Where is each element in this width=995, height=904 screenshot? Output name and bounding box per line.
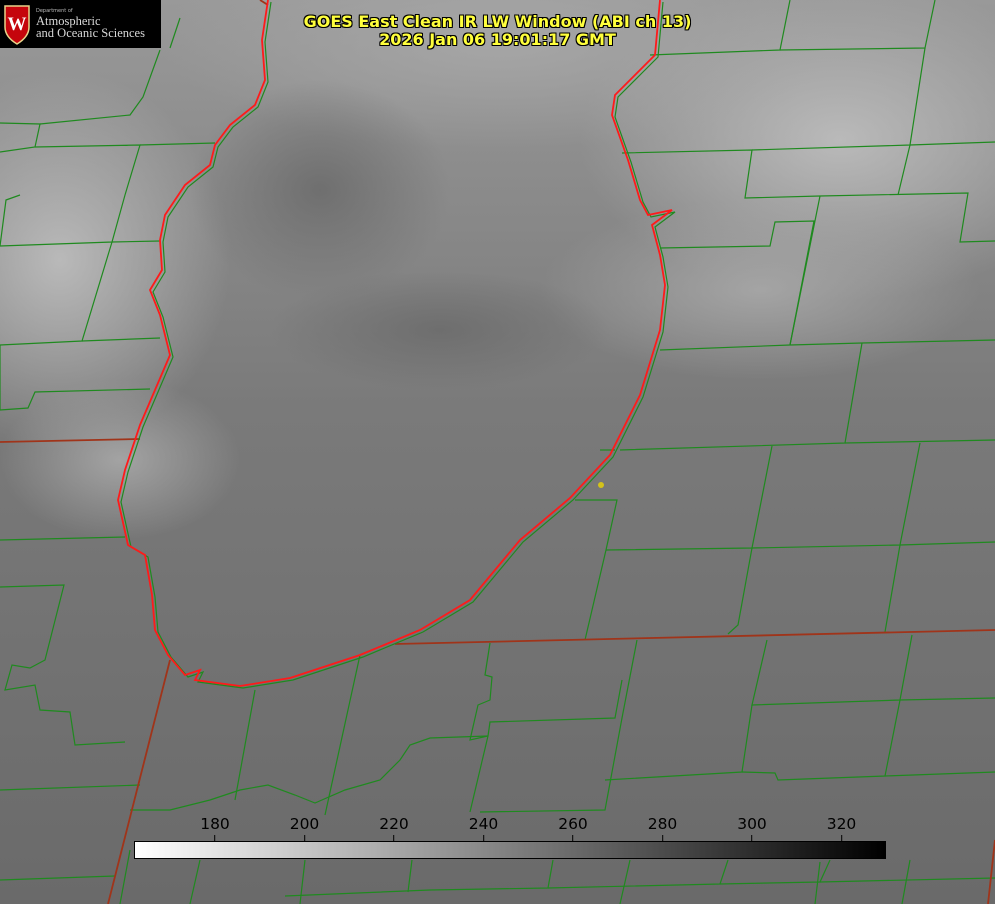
colorbar-tick: 180 [200,814,230,841]
colorbar-tick: 220 [379,814,409,841]
colorbar-tick-label: 240 [468,815,499,833]
image-timestamp: 2026 Jan 06 19:01:17 GMT [379,30,616,49]
colorbar-tick-label: 220 [379,815,409,833]
dark-patch [270,270,610,390]
colorbar-tick: 200 [289,814,320,841]
colorbar-tick: 240 [468,814,499,841]
satellite-map [0,0,995,904]
colorbar-tick-label: 280 [647,815,678,833]
colorbar-tick-label: 300 [737,815,767,833]
colorbar-tick: 320 [826,814,857,841]
colorbar [134,841,886,859]
location-marker [598,482,604,488]
colorbar-tick-label: 320 [826,815,857,833]
cloud-band [540,200,980,380]
colorbar-tick: 300 [737,814,767,841]
colorbar-tick-label: 200 [289,815,320,833]
dark-patch [190,80,450,300]
image-title: GOES East Clean IR LW Window (ABI ch 13) [303,12,692,31]
colorbar-tick: 260 [558,814,588,841]
cloud-band [0,380,240,540]
colorbar-ticks: 180 200 220 240 260 280 300 320 [0,814,995,844]
satellite-viewer: W Department of Atmospheric and Oceanic … [0,0,995,904]
colorbar-tick-label: 260 [558,815,588,833]
colorbar-tick: 280 [647,814,678,841]
colorbar-tick-label: 180 [200,815,230,833]
